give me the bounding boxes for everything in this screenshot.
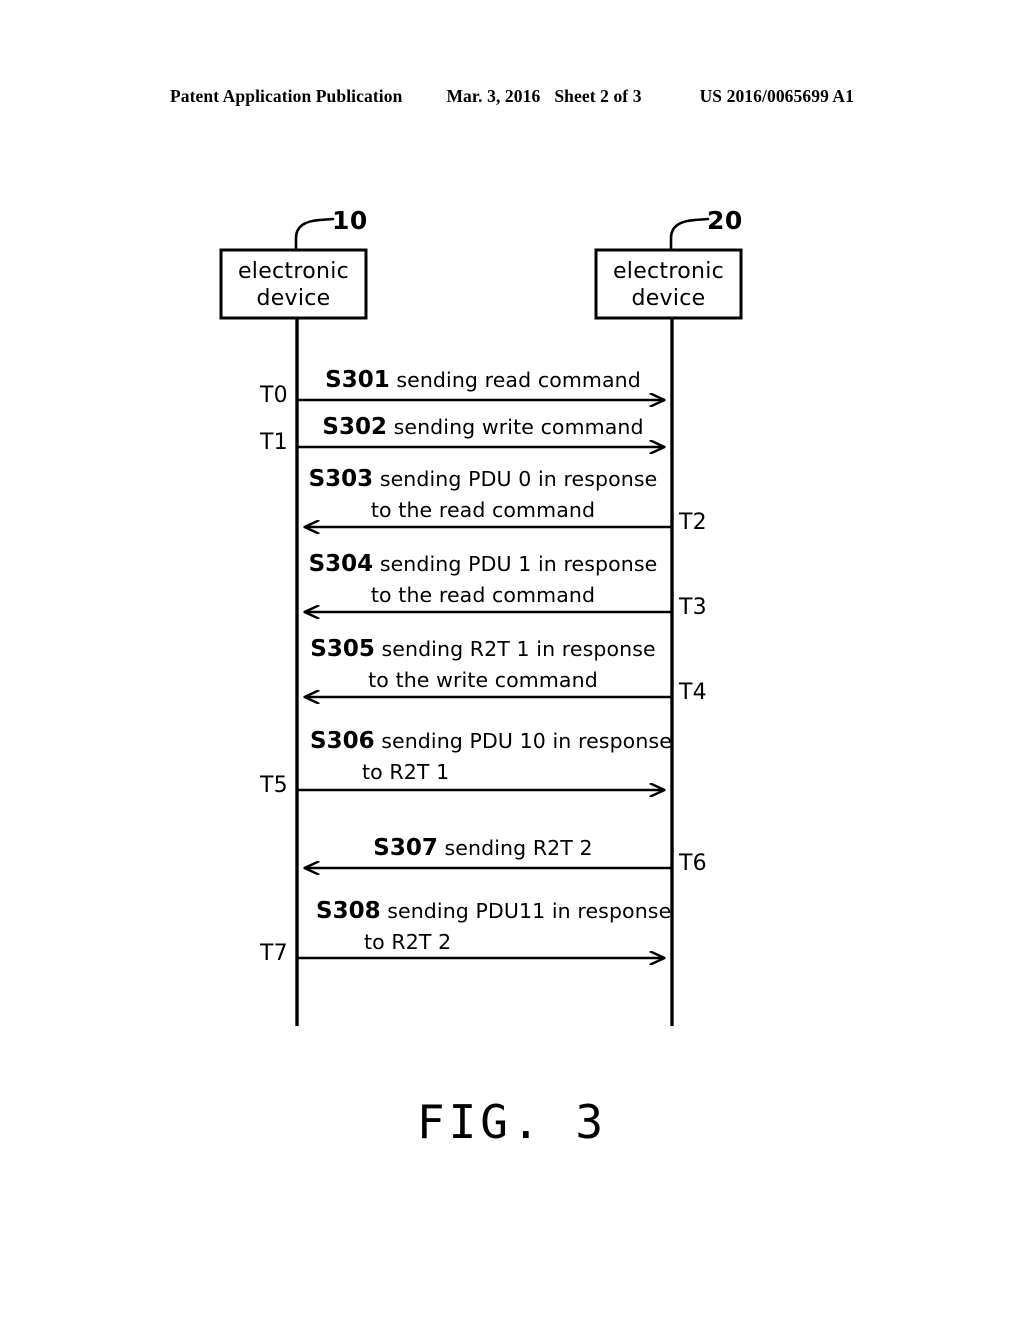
message-code-s301: S301 (325, 367, 390, 393)
message-label-s305: S305 sending R2T 1 in response to the wr… (300, 634, 666, 696)
message-text-s303-line2: to the read command (370, 498, 596, 522)
lifeline-left-title-line1: electronic (237, 259, 350, 284)
message-text-s306-line2: to R2T 1 (362, 760, 450, 784)
time-marker-t2: T2 (679, 510, 707, 535)
lifeline-left-title-line2: device (256, 286, 331, 311)
message-label-s307: S307 sending R2T 2 (300, 833, 666, 864)
lifeline-box-left-label: electronic device (221, 258, 366, 312)
message-text-s308-line2: to R2T 2 (364, 930, 452, 954)
reference-numeral-20: 20 (707, 206, 743, 235)
message-text-s304-line1: sending PDU 1 in response (379, 552, 658, 576)
leader-line-right (669, 217, 710, 252)
lifeline-box-right-label: electronic device (596, 258, 741, 312)
message-text-s305-line1: sending R2T 1 in response (381, 637, 656, 661)
time-marker-t6: T6 (679, 851, 707, 876)
time-marker-t3: T3 (679, 595, 707, 620)
message-label-s301: S301 sending read command (300, 365, 666, 396)
message-label-s304: S304 sending PDU 1 in response to the re… (300, 549, 666, 611)
time-marker-t1: T1 (260, 430, 288, 455)
message-code-s304: S304 (308, 551, 374, 577)
message-label-s308: S308 sending PDU11 in response to R2T 2 (316, 896, 682, 958)
message-text-s307: sending R2T 2 (444, 836, 593, 860)
sequence-diagram: electronic device electronic device 10 2… (0, 0, 1024, 1320)
leader-line-left (294, 217, 335, 252)
message-text-s306-line1: sending PDU 10 in response (381, 729, 672, 753)
figure-caption: FIG. 3 (416, 1095, 608, 1149)
message-text-s308-line1: sending PDU11 in response (387, 899, 672, 923)
message-label-s303: S303 sending PDU 0 in response to the re… (300, 464, 666, 526)
reference-numeral-10: 10 (332, 206, 368, 235)
message-code-s307: S307 (373, 835, 438, 861)
message-text-s305-line2: to the write command (368, 668, 598, 692)
message-code-s303: S303 (308, 466, 374, 492)
lifeline-right-title-line1: electronic (612, 259, 725, 284)
message-text-s301: sending read command (396, 368, 641, 392)
time-marker-t5: T5 (260, 773, 288, 798)
message-code-s306: S306 (310, 728, 375, 754)
message-label-s306: S306 sending PDU 10 in response to R2T 1 (310, 726, 676, 788)
message-text-s304-line2: to the read command (370, 583, 596, 607)
time-marker-t7: T7 (260, 941, 288, 966)
time-marker-t4: T4 (679, 680, 707, 705)
message-text-s303-line1: sending PDU 0 in response (379, 467, 658, 491)
time-marker-t0: T0 (260, 383, 288, 408)
message-code-s308: S308 (316, 898, 381, 924)
message-text-s302: sending write command (393, 415, 644, 439)
lifeline-right-title-line2: device (631, 286, 706, 311)
message-label-s302: S302 sending write command (300, 412, 666, 443)
message-code-s302: S302 (322, 414, 387, 440)
message-code-s305: S305 (310, 636, 375, 662)
